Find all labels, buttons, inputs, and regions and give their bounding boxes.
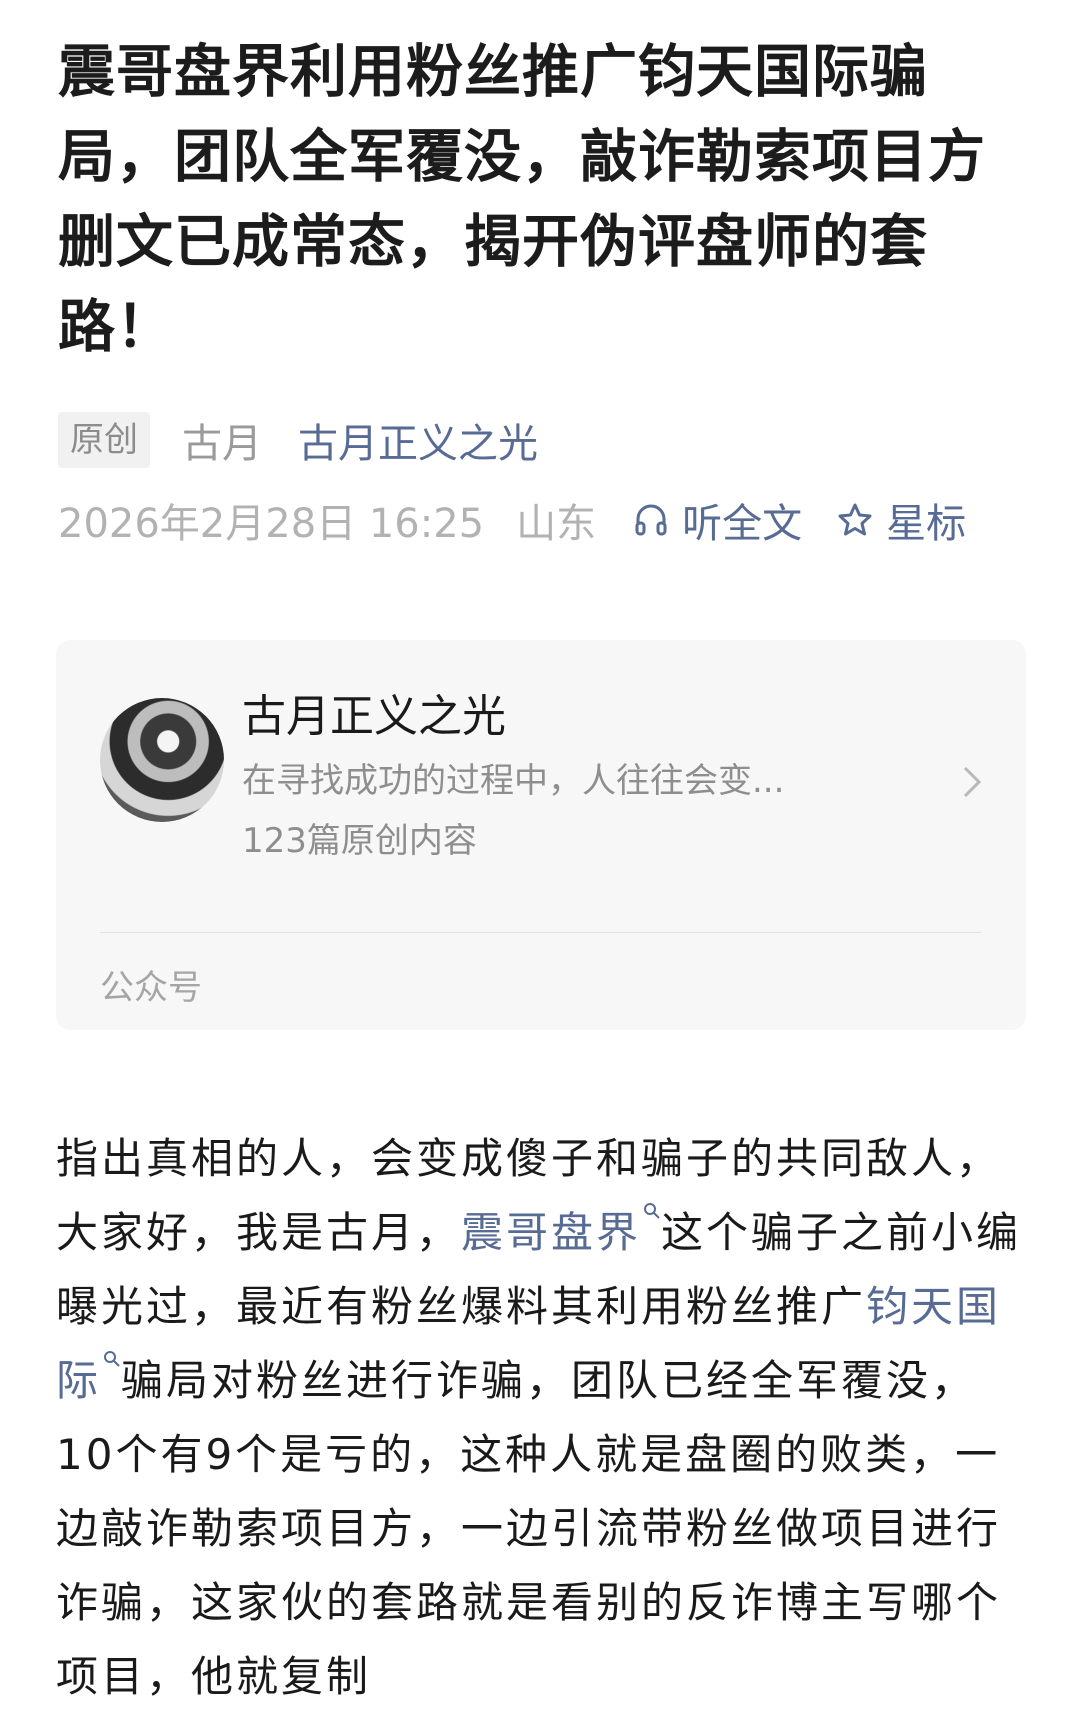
- article-body: 指出真相的人，会变成傻子和骗子的共同敌人，大家好，我是古月，震哥盘界 这个骗子之前…: [56, 1122, 1031, 1714]
- search-icon: [104, 1351, 120, 1367]
- star-label: 星标: [886, 501, 967, 547]
- star-icon: [838, 503, 872, 536]
- account-card[interactable]: 古月正义之光 在寻找成功的过程中，人往往会变... 123篇原创内容 公众号: [56, 640, 1026, 1030]
- original-badge: 原创: [58, 412, 150, 468]
- publish-location: 山东: [516, 501, 597, 547]
- keyword-link-label: 震哥盘界: [461, 1208, 642, 1257]
- account-card-description: 在寻找成功的过程中，人往往会变...: [242, 761, 785, 801]
- listen-button[interactable]: 听全文: [632, 491, 802, 549]
- search-icon: [644, 1203, 660, 1219]
- star-button[interactable]: 星标: [836, 491, 966, 549]
- account-card-top: 古月正义之光 在寻找成功的过程中，人往往会变... 123篇原创内容: [100, 690, 986, 861]
- meta-row: 原创 古月 古月正义之光: [58, 412, 1028, 468]
- article-title: 震哥盘界利用粉丝推广钧天国际骗局，团队全军覆没，敲诈勒索项目方删文已成常态，揭开…: [58, 39, 986, 360]
- body-text-segment: 骗局对粉丝进行诈骗，团队已经全军覆没，10个有9个是亏的，这种人就是盘圈的败类，…: [56, 1356, 1002, 1701]
- publish-date: 2026年2月28日 16:25: [58, 501, 485, 547]
- account-card-footer: 公众号: [100, 968, 202, 1008]
- card-divider: [100, 932, 982, 933]
- keyword-link-zhenge[interactable]: 震哥盘界: [461, 1203, 661, 1257]
- account-card-count: 123篇原创内容: [242, 821, 477, 861]
- avatar: [100, 698, 224, 822]
- account-card-name: 古月正义之光: [242, 691, 506, 742]
- account-card-info: 古月正义之光 在寻找成功的过程中，人往往会变... 123篇原创内容: [242, 690, 986, 864]
- chevron-right-icon[interactable]: [960, 762, 984, 802]
- meta-row-date: 2026年2月28日 16:25 山东 听全文 星标: [58, 492, 1028, 548]
- listen-label: 听全文: [682, 501, 803, 547]
- article: 震哥盘界利用粉丝推广钧天国际骗局，团队全军覆没，敲诈勒索项目方删文已成常态，揭开…: [56, 30, 1031, 1714]
- headphones-icon: [635, 504, 667, 536]
- account-link[interactable]: 古月正义之光: [298, 411, 538, 469]
- author-name: 古月: [182, 421, 262, 467]
